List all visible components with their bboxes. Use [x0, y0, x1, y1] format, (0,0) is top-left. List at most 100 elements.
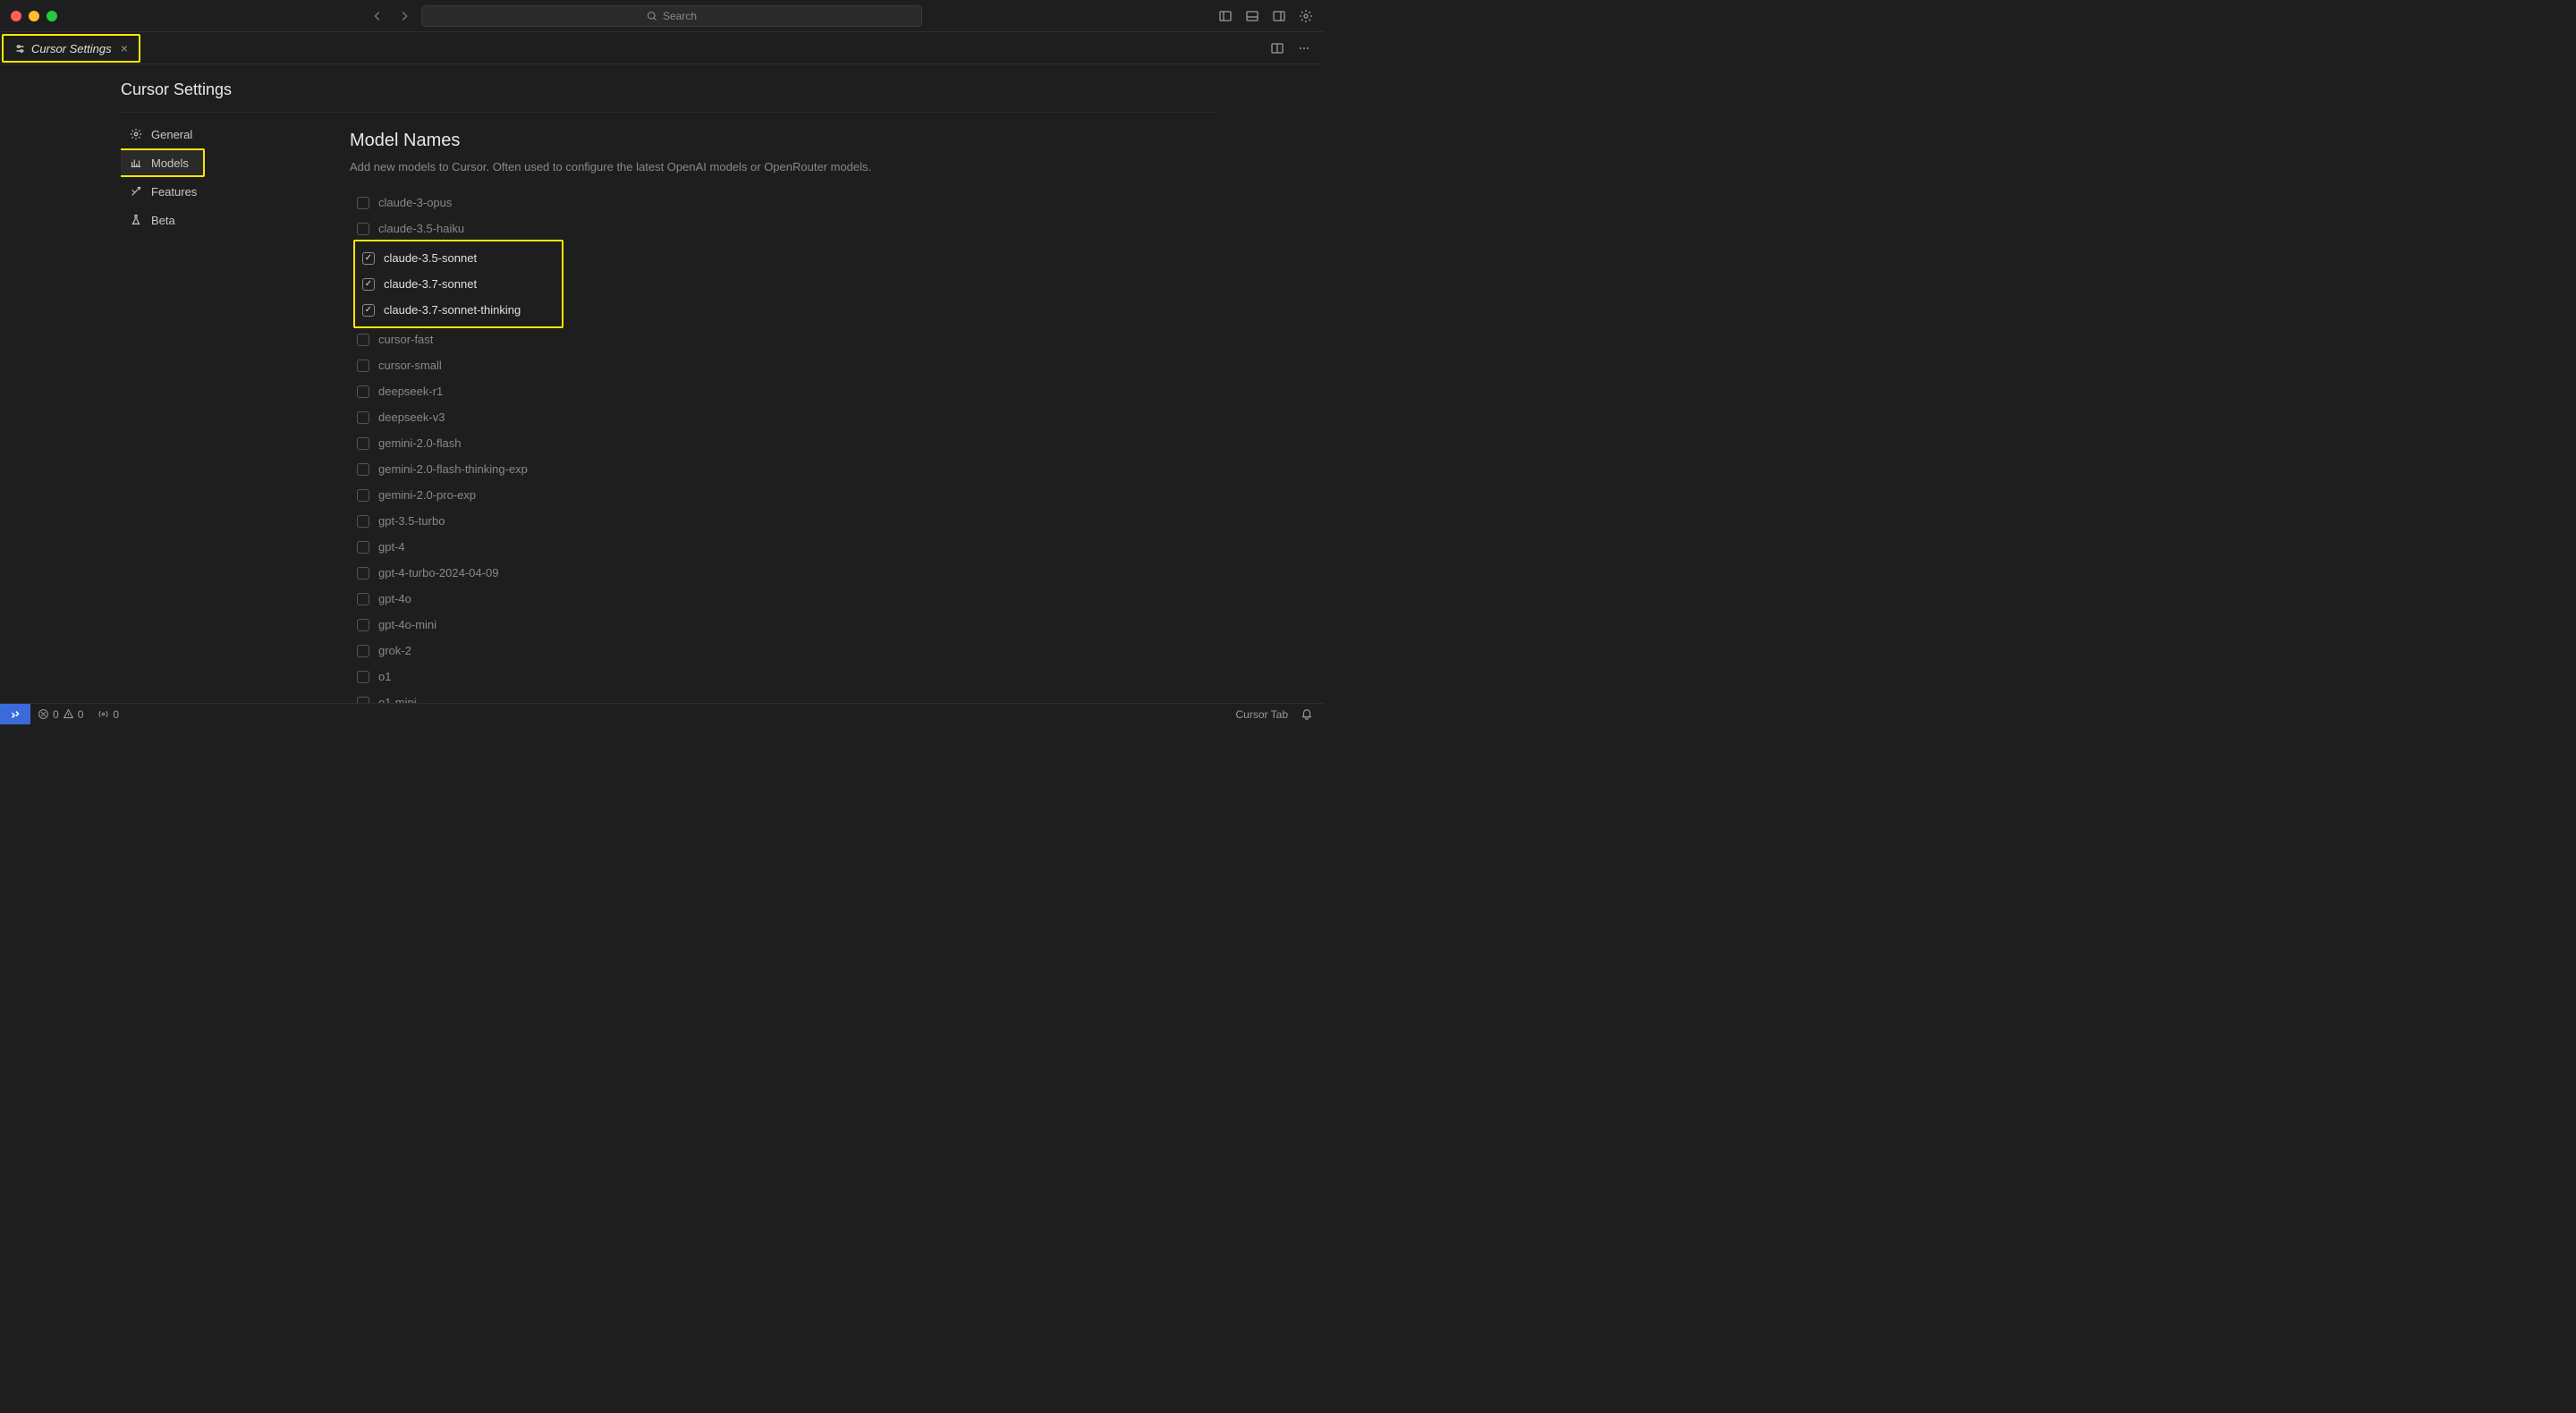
model-label: gpt-4 — [378, 540, 405, 554]
statusbar-right: Cursor Tab — [1236, 708, 1324, 721]
flask-icon — [130, 214, 142, 226]
model-checkbox[interactable] — [357, 697, 369, 704]
model-label: gpt-4-turbo-2024-04-09 — [378, 566, 498, 580]
model-item: gemini-2.0-pro-exp — [350, 482, 1216, 508]
search-input[interactable]: Search — [421, 5, 922, 27]
tab-bar: Cursor Settings × — [0, 32, 1324, 64]
ports-count: 0 — [113, 708, 119, 721]
model-item: o1 — [350, 664, 1216, 690]
model-checkbox[interactable] — [357, 593, 369, 605]
tab-bar-right — [1270, 32, 1324, 63]
error-count: 0 — [53, 708, 59, 721]
statusbar: 0 0 0 Cursor Tab — [0, 703, 1324, 724]
model-item: gpt-4o — [350, 586, 1216, 612]
model-checkbox[interactable] — [357, 515, 369, 528]
section-description: Add new models to Cursor. Often used to … — [350, 160, 1216, 173]
model-checkbox[interactable] — [357, 360, 369, 372]
model-checkbox[interactable] — [357, 411, 369, 424]
gear-icon — [130, 128, 142, 140]
remote-button[interactable] — [0, 704, 30, 724]
model-checkbox[interactable] — [357, 463, 369, 476]
model-label: claude-3.7-sonnet-thinking — [384, 303, 521, 317]
model-checkbox[interactable] — [357, 567, 369, 580]
model-label: gpt-3.5-turbo — [378, 514, 445, 528]
remote-icon — [9, 708, 21, 721]
model-checkbox[interactable] — [357, 619, 369, 631]
sidebar-item-label: General — [151, 128, 192, 141]
model-checkbox[interactable] — [357, 385, 369, 398]
window-maximize[interactable] — [47, 11, 57, 21]
model-checkbox[interactable] — [357, 223, 369, 235]
cursor-tab-label[interactable]: Cursor Tab — [1236, 708, 1288, 721]
tab-cursor-settings[interactable]: Cursor Settings × — [2, 34, 140, 63]
model-label: cursor-fast — [378, 333, 433, 346]
sidebar-item-label: Beta — [151, 214, 175, 227]
warning-icon — [63, 708, 74, 720]
window-close[interactable] — [11, 11, 21, 21]
nav-arrows — [371, 10, 411, 22]
sidebar-item-label: Features — [151, 185, 197, 199]
model-list: claude-3-opus claude-3.5-haiku ✓claude-3.5… — [350, 190, 1216, 703]
model-checkbox[interactable]: ✓ — [362, 278, 375, 291]
titlebar-right — [1218, 9, 1313, 23]
model-item: cursor-fast — [350, 326, 1216, 352]
model-label: o1-mini — [378, 696, 417, 703]
sidebar-item-general[interactable]: General — [121, 120, 330, 148]
close-icon[interactable]: × — [121, 41, 128, 55]
model-label: deepseek-r1 — [378, 385, 443, 398]
sidebar-item-beta[interactable]: Beta — [121, 206, 330, 234]
model-label: deepseek-v3 — [378, 410, 445, 424]
model-checkbox[interactable]: ✓ — [362, 252, 375, 265]
panel-bottom-icon[interactable] — [1245, 9, 1259, 23]
main-content: Model Names Add new models to Cursor. Of… — [330, 113, 1216, 703]
back-icon[interactable] — [371, 10, 384, 22]
model-label: gemini-2.0-flash — [378, 436, 462, 450]
ports-button[interactable]: 0 — [90, 708, 126, 721]
model-label: gemini-2.0-flash-thinking-exp — [378, 462, 528, 476]
settings-container: Cursor Settings General Models Features — [0, 64, 1324, 703]
split-editor-icon[interactable] — [1270, 41, 1284, 55]
panel-left-icon[interactable] — [1218, 9, 1233, 23]
warning-count: 0 — [78, 708, 84, 721]
model-label: gpt-4o — [378, 592, 411, 605]
titlebar: Search — [0, 0, 1324, 32]
model-item: deepseek-r1 — [350, 378, 1216, 404]
model-item: ✓claude-3.7-sonnet — [359, 271, 521, 297]
model-checkbox[interactable] — [357, 541, 369, 554]
model-item: deepseek-v3 — [350, 404, 1216, 430]
model-item: o1-mini — [350, 690, 1216, 703]
model-checkbox[interactable] — [357, 671, 369, 683]
sidebar-item-features[interactable]: Features — [121, 177, 330, 206]
model-item: gemini-2.0-flash-thinking-exp — [350, 456, 1216, 482]
model-checkbox[interactable] — [357, 197, 369, 209]
broadcast-icon — [97, 708, 109, 720]
page-title: Cursor Settings — [121, 64, 1216, 112]
forward-icon[interactable] — [398, 10, 411, 22]
model-label: claude-3-opus — [378, 196, 452, 209]
panel-right-icon[interactable] — [1272, 9, 1286, 23]
more-icon[interactable] — [1297, 41, 1311, 55]
settings-body: General Models Features Beta — [121, 112, 1216, 703]
model-checkbox[interactable] — [357, 489, 369, 502]
model-label: cursor-small — [378, 359, 442, 372]
error-icon — [38, 708, 49, 720]
tab-label: Cursor Settings — [31, 42, 112, 55]
model-checkbox[interactable] — [357, 437, 369, 450]
search-placeholder: Search — [663, 10, 697, 22]
window-minimize[interactable] — [29, 11, 39, 21]
model-item: gpt-4o-mini — [350, 612, 1216, 638]
model-checkbox[interactable] — [357, 645, 369, 657]
gear-icon[interactable] — [1299, 9, 1313, 23]
sidebar-item-models[interactable]: Models — [121, 148, 205, 177]
model-checkbox[interactable] — [357, 334, 369, 346]
model-label: claude-3.5-haiku — [378, 222, 464, 235]
problems-button[interactable]: 0 0 — [30, 708, 90, 721]
tools-icon — [130, 185, 142, 198]
bell-icon[interactable] — [1301, 708, 1313, 721]
search-icon — [647, 11, 657, 21]
model-highlight-group: ✓claude-3.5-sonnet✓claude-3.7-sonnet✓cla… — [353, 240, 564, 328]
model-item: gpt-3.5-turbo — [350, 508, 1216, 534]
model-checkbox[interactable]: ✓ — [362, 304, 375, 317]
sidebar-item-label: Models — [151, 157, 189, 170]
model-item: ✓claude-3.5-sonnet — [359, 245, 521, 271]
